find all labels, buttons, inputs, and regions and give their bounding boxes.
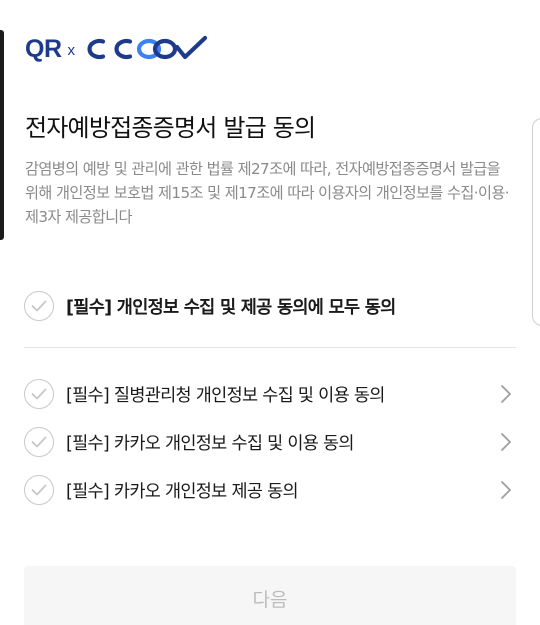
device-edge-left [0, 30, 4, 240]
check-circle-icon[interactable] [24, 427, 54, 457]
coov-logo-mark [87, 35, 208, 60]
agree-all-label: [필수] 개인정보 수집 및 제공 동의에 모두 동의 [66, 297, 396, 318]
next-button[interactable]: 다음 [24, 566, 516, 625]
consent-item-kdca[interactable]: [필수] 질병관리청 개인정보 수집 및 이용 동의 [24, 378, 516, 410]
chevron-right-icon[interactable] [496, 480, 516, 500]
agree-all-row[interactable]: [필수] 개인정보 수집 및 제공 동의에 모두 동의 [24, 290, 516, 322]
divider [24, 347, 516, 348]
logo-x-text: x [67, 42, 76, 59]
check-circle-icon[interactable] [24, 379, 54, 409]
consent-item-kakao-collect[interactable]: [필수] 카카오 개인정보 수집 및 이용 동의 [24, 426, 516, 458]
page-title: 전자예방접종증명서 발급 동의 [25, 114, 316, 142]
consent-item-label: [필수] 카카오 개인정보 제공 동의 [66, 481, 299, 502]
check-circle-icon[interactable] [24, 291, 54, 321]
consent-item-label: [필수] 카카오 개인정보 수집 및 이용 동의 [66, 433, 355, 454]
consent-item-label: [필수] 질병관리청 개인정보 수집 및 이용 동의 [66, 385, 385, 406]
chevron-right-icon[interactable] [496, 432, 516, 452]
qr-coov-logo: QR x [25, 33, 209, 65]
logo-qr-text: QR [25, 34, 62, 63]
consent-item-kakao-provide[interactable]: [필수] 카카오 개인정보 제공 동의 [24, 474, 516, 506]
check-circle-icon[interactable] [24, 475, 54, 505]
consent-description: 감염병의 예방 및 관리에 관한 법률 제27조에 따라, 전자예방접종증명서 … [25, 160, 510, 226]
chevron-right-icon[interactable] [496, 384, 516, 404]
background-card-edge [532, 118, 540, 326]
